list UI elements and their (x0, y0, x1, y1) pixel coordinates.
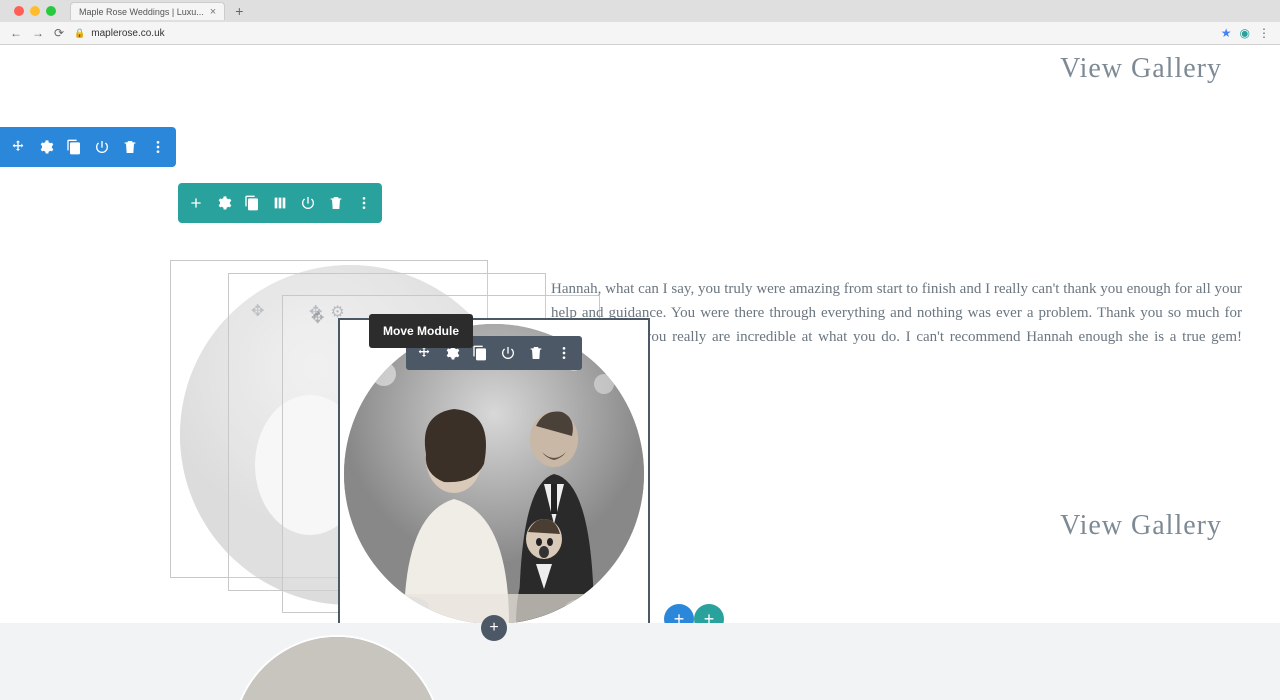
section-move-icon[interactable] (4, 133, 32, 161)
browser-chrome: Maple Rose Weddings | Luxu... × + ← → ⟳ … (0, 0, 1280, 45)
section-delete-icon[interactable] (116, 133, 144, 161)
row-duplicate-icon[interactable] (238, 189, 266, 217)
maximize-window-button[interactable] (46, 6, 56, 16)
testimonial-text: Hannah, what can I say, you truly were a… (551, 277, 1242, 373)
new-tab-button[interactable]: + (235, 3, 243, 19)
section-power-icon[interactable] (88, 133, 116, 161)
page-content: View Gallery ✥ ✥⚙ ✥ Hann (0, 45, 1280, 700)
row-power-icon[interactable] (294, 189, 322, 217)
module-more-icon[interactable] (550, 339, 578, 367)
back-button[interactable]: ← (10, 26, 22, 40)
section-toolbar (0, 127, 176, 167)
reload-button[interactable]: ⟳ (54, 26, 64, 40)
address-bar[interactable]: 🔒 maplerose.co.uk (74, 28, 165, 39)
view-gallery-link-top[interactable]: View Gallery (1060, 53, 1222, 85)
row-columns-icon[interactable] (266, 189, 294, 217)
module-add-button[interactable]: + (481, 615, 507, 641)
next-section (0, 623, 1280, 700)
section-more-icon[interactable] (144, 133, 172, 161)
close-window-button[interactable] (14, 6, 24, 16)
row-delete-icon[interactable] (322, 189, 350, 217)
row-settings-icon[interactable] (210, 189, 238, 217)
bookmark-icon[interactable]: ★ (1221, 26, 1232, 40)
module-image-dragging[interactable]: + (338, 318, 650, 630)
view-gallery-link-mid[interactable]: View Gallery (1060, 510, 1222, 542)
browser-tab[interactable]: Maple Rose Weddings | Luxu... × (70, 2, 225, 20)
browser-menu-icon[interactable]: ⋮ (1258, 26, 1270, 40)
tab-close-icon[interactable]: × (210, 6, 216, 18)
section-settings-icon[interactable] (32, 133, 60, 161)
window-controls (6, 6, 64, 16)
module-delete-icon[interactable] (522, 339, 550, 367)
lock-icon: 🔒 (74, 28, 85, 39)
module-power-icon[interactable] (494, 339, 522, 367)
section-duplicate-icon[interactable] (60, 133, 88, 161)
move-module-tooltip: Move Module (369, 314, 473, 348)
address-bar-row: ← → ⟳ 🔒 maplerose.co.uk ★ ◉ ⋮ (0, 22, 1280, 44)
tab-title: Maple Rose Weddings | Luxu... (79, 7, 204, 17)
minimize-window-button[interactable] (30, 6, 40, 16)
url-text: maplerose.co.uk (91, 28, 164, 39)
row-add-icon[interactable] (182, 189, 210, 217)
tab-bar: Maple Rose Weddings | Luxu... × + (0, 0, 1280, 22)
row-more-icon[interactable] (350, 189, 378, 217)
row-toolbar (178, 183, 382, 223)
forward-button[interactable]: → (32, 26, 44, 40)
extension-icon[interactable]: ◉ (1240, 26, 1250, 40)
